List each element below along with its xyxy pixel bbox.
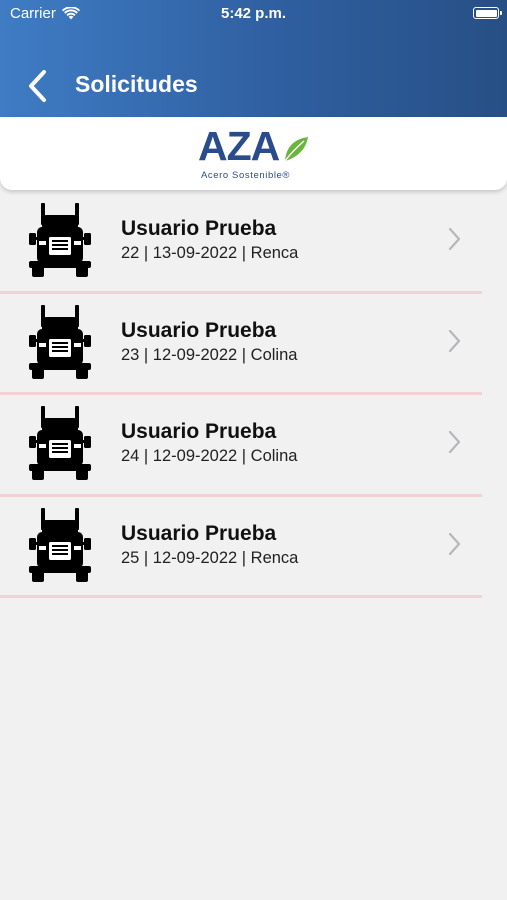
requester-name: Usuario Prueba	[121, 318, 277, 342]
truck-icon	[29, 507, 91, 582]
back-button[interactable]	[24, 66, 58, 106]
request-detail: 25 | 12-09-2022 | Renca	[121, 548, 299, 567]
list-item[interactable]: Usuario Prueba 23 | 12-09-2022 | Colina	[0, 294, 507, 395]
list-item[interactable]: Usuario Prueba 25 | 12-09-2022 | Renca	[0, 497, 507, 598]
request-list: Usuario Prueba 22 | 13-09-2022 | Renca U…	[0, 192, 507, 598]
list-item[interactable]: Usuario Prueba 22 | 13-09-2022 | Renca	[0, 192, 507, 294]
logo-wordmark: AZA	[198, 123, 280, 169]
chevron-right-icon	[448, 532, 461, 555]
truck-icon	[29, 406, 91, 480]
requester-name: Usuario Prueba	[121, 521, 277, 545]
aza-logo: AZA Acero Sostenible®	[198, 123, 310, 185]
requester-name: Usuario Prueba	[121, 217, 277, 240]
battery-icon	[473, 7, 502, 19]
request-detail: 22 | 13-09-2022 | Renca	[121, 244, 299, 262]
chevron-left-icon	[29, 70, 46, 102]
leaf-icon	[284, 137, 308, 162]
truck-icon	[29, 304, 91, 379]
clock: 5:42 p.m.	[220, 5, 287, 22]
logo-banner: AZA Acero Sostenible®	[0, 117, 507, 190]
row-divider	[0, 595, 482, 598]
list-item[interactable]: Usuario Prueba 24 | 12-09-2022 | Colina	[0, 395, 507, 497]
chevron-right-icon	[448, 227, 461, 251]
navigation-bar: Solicitudes	[0, 60, 507, 110]
request-detail: 23 | 12-09-2022 | Colina	[121, 345, 298, 364]
requester-name: Usuario Prueba	[121, 420, 277, 443]
chevron-right-icon	[448, 329, 461, 352]
logo-tagline: Acero Sostenible®	[201, 170, 291, 181]
page-title: Solicitudes	[75, 71, 198, 97]
truck-icon	[29, 203, 91, 277]
status-bar: Carrier 5:42 p.m.	[0, 0, 507, 28]
request-detail: 24 | 12-09-2022 | Colina	[121, 447, 298, 465]
app-header: Carrier 5:42 p.m. Solicitudes	[0, 0, 507, 117]
chevron-right-icon	[448, 430, 461, 454]
